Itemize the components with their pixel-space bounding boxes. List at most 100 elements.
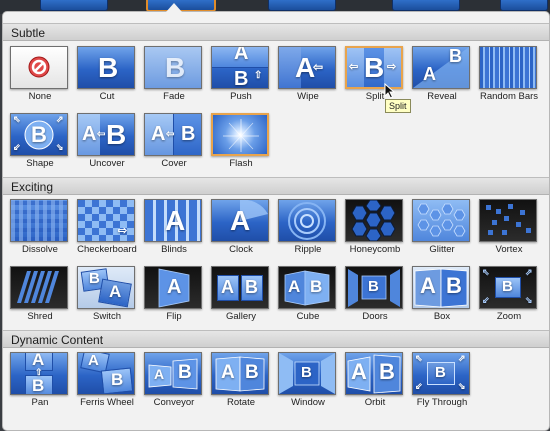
thumb-glyph: B xyxy=(32,376,45,395)
transition-label: Cube xyxy=(296,311,320,322)
transition-wipe[interactable]: A ⇦ Wipe xyxy=(276,44,340,110)
transition-gallery[interactable]: A B Gallery xyxy=(209,264,273,330)
transition-label: Gallery xyxy=(225,311,257,322)
arrow-diagonal-icon: ⇘ xyxy=(525,295,533,305)
transition-switch[interactable]: B A Switch xyxy=(75,264,139,330)
conveyor-icon: A B xyxy=(144,352,202,395)
cube-icon: A B xyxy=(278,266,336,309)
transition-label: Flash xyxy=(229,158,253,169)
transition-uncover[interactable]: A B ⇦ Uncover xyxy=(75,111,139,177)
transition-label: Switch xyxy=(93,311,121,322)
transition-vortex[interactable]: Vortex xyxy=(477,197,541,263)
blinds-icon: A xyxy=(144,199,202,242)
transition-fly-through[interactable]: B ⇖ ⇗ ⇙ ⇘ Fly Through xyxy=(410,350,474,416)
slide-thumbnail[interactable] xyxy=(392,0,460,11)
rotate-icon: A B xyxy=(211,352,269,395)
section-header-exciting: Exciting xyxy=(3,177,549,195)
transition-label: Wipe xyxy=(297,91,319,102)
thumb-glyph: B xyxy=(379,359,395,384)
transition-orbit[interactable]: A B Orbit xyxy=(343,350,407,416)
transition-blinds[interactable]: A Blinds xyxy=(142,197,206,263)
transition-ripple[interactable]: Ripple xyxy=(276,197,340,263)
thumb-glyph: A xyxy=(154,366,165,382)
transition-conveyor[interactable]: A B Conveyor xyxy=(142,350,206,416)
transition-none[interactable]: None xyxy=(8,44,72,110)
shred-icon xyxy=(10,266,68,309)
random-bars-icon xyxy=(479,46,537,89)
thumb-glyph: B xyxy=(89,270,100,287)
transition-doors[interactable]: B Doors xyxy=(343,264,407,330)
arrow-diagonal-icon: ⇖ xyxy=(13,114,21,124)
transition-label: Pan xyxy=(31,397,49,408)
slide-thumbnail[interactable] xyxy=(268,0,336,11)
thumb-glyph: B xyxy=(111,370,124,389)
arrow-diagonal-icon: ⇙ xyxy=(415,381,423,391)
transition-cube[interactable]: A B Cube xyxy=(276,264,340,330)
transition-label: Reveal xyxy=(427,91,457,102)
transition-checkerboard[interactable]: ⇨ Checkerboard xyxy=(75,197,139,263)
transition-random-bars[interactable]: Random Bars xyxy=(477,44,541,110)
transition-label: Blinds xyxy=(161,244,187,255)
checkerboard-icon: ⇨ xyxy=(77,199,135,242)
shape-icon: B ⇖ ⇗ ⇙ ⇘ xyxy=(10,113,68,156)
transition-push[interactable]: A B ⇧ Push xyxy=(209,44,273,110)
transition-flash[interactable]: Flash xyxy=(209,111,273,177)
thumb-glyph: B xyxy=(502,278,513,295)
transition-glitter[interactable]: Glitter xyxy=(410,197,474,263)
arrow-diagonal-icon: ⇙ xyxy=(13,142,21,152)
transition-reveal[interactable]: A B Reveal xyxy=(410,44,474,110)
slide-thumbnail[interactable] xyxy=(500,0,548,11)
transition-zoom[interactable]: B ⇖ ⇗ ⇙ ⇘ Zoom xyxy=(477,264,541,330)
vortex-icon xyxy=(479,199,537,242)
transition-fade[interactable]: B Fade xyxy=(142,44,206,110)
thumb-glyph: A xyxy=(221,362,235,383)
arrow-diagonal-icon: ⇖ xyxy=(482,267,490,277)
transition-rotate[interactable]: A B Rotate xyxy=(209,350,273,416)
orbit-icon: A B xyxy=(345,352,403,395)
flash-icon xyxy=(211,113,269,156)
slide-thumbnail[interactable] xyxy=(40,0,108,11)
clock-icon: A xyxy=(211,199,269,242)
thumb-glyph: A xyxy=(230,205,251,236)
wipe-icon: A ⇦ xyxy=(278,46,336,89)
cut-icon: B xyxy=(77,46,135,89)
transition-label: Uncover xyxy=(89,158,125,169)
transition-shred[interactable]: Shred xyxy=(8,264,72,330)
transition-window[interactable]: B Window xyxy=(276,350,340,416)
thumb-glyph: A xyxy=(165,205,186,236)
arrow-diagonal-icon: ⇗ xyxy=(458,353,466,363)
transition-pan[interactable]: A B ⇧ Pan xyxy=(8,350,72,416)
thumb-glyph: A xyxy=(234,46,249,64)
transition-label: Dissolve xyxy=(22,244,58,255)
transition-cut[interactable]: B Cut xyxy=(75,44,139,110)
none-icon xyxy=(10,46,68,89)
arrow-diagonal-icon: ⇖ xyxy=(415,353,423,363)
transition-dissolve[interactable]: Dissolve xyxy=(8,197,72,263)
arrow-diagonal-icon: ⇗ xyxy=(525,267,533,277)
transition-label: Checkerboard xyxy=(77,244,137,255)
thumb-glyph: B xyxy=(165,52,186,83)
arrow-diagonal-icon: ⇙ xyxy=(482,295,490,305)
thumb-glyph: B xyxy=(449,46,462,66)
transition-ferris-wheel[interactable]: A B Ferris Wheel xyxy=(75,350,139,416)
thumb-glyph: A xyxy=(288,277,301,296)
transition-honeycomb[interactable]: Honeycomb xyxy=(343,197,407,263)
zoom-icon: B ⇖ ⇗ ⇙ ⇘ xyxy=(479,266,537,309)
transition-box[interactable]: A B Box xyxy=(410,264,474,330)
transition-label: Shred xyxy=(27,311,53,322)
thumb-glyph: B xyxy=(106,119,127,150)
arrow-left-icon: ⇦ xyxy=(349,61,359,73)
transition-cover[interactable]: A B ⇦ Cover xyxy=(142,111,206,177)
glitter-icon xyxy=(412,199,470,242)
transition-flip[interactable]: A Flip xyxy=(142,264,206,330)
transition-label: Rotate xyxy=(227,397,255,408)
thumb-glyph: B xyxy=(181,123,196,145)
thumb-glyph: A xyxy=(420,273,436,298)
tooltip: Split xyxy=(385,99,411,113)
transition-label: Box xyxy=(433,311,451,322)
transition-label: Shape xyxy=(26,158,54,169)
transition-label: Flip xyxy=(166,311,182,322)
transition-shape[interactable]: B ⇖ ⇗ ⇙ ⇘ Shape xyxy=(8,111,72,177)
transition-clock[interactable]: A Clock xyxy=(209,197,273,263)
thumb-glyph: A xyxy=(423,64,436,84)
